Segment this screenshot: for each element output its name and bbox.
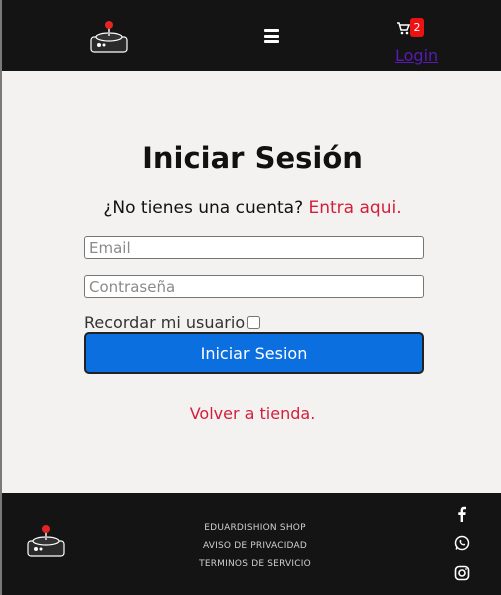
shopping-cart-icon [397, 22, 410, 35]
signup-prompt: ¿No tienes una cuenta? Entra aqui. [2, 198, 501, 218]
joystick-logo-icon[interactable] [27, 524, 65, 558]
hamburger-bar [264, 40, 279, 43]
remember-me-checkbox[interactable] [247, 316, 261, 329]
signup-link[interactable]: Entra aqui. [309, 198, 402, 218]
instagram-icon[interactable] [454, 565, 470, 581]
site-footer: EDUARDISHION SHOP AVISO DE PRIVACIDAD TE… [2, 493, 501, 595]
footer-link-privacy[interactable]: AVISO DE PRIVACIDAD [203, 537, 307, 555]
footer-links: EDUARDISHION SHOP AVISO DE PRIVACIDAD TE… [168, 519, 342, 573]
cart-count-badge: 2 [410, 18, 424, 37]
hamburger-menu-icon[interactable] [264, 29, 279, 43]
remember-me[interactable]: Recordar mi usuario [84, 313, 261, 332]
password-field[interactable] [84, 275, 424, 298]
remember-me-label: Recordar mi usuario [84, 313, 246, 332]
joystick-logo-icon[interactable] [90, 20, 128, 54]
email-field[interactable] [84, 236, 424, 259]
footer-link-terms[interactable]: TERMINOS DE SERVICIO [199, 555, 311, 573]
whatsapp-icon[interactable] [454, 535, 470, 551]
back-to-store-link[interactable]: Volver a tienda. [2, 404, 501, 423]
login-section: Iniciar Sesión ¿No tienes una cuenta? En… [2, 71, 501, 493]
hamburger-bar [264, 34, 279, 38]
footer-link-shop[interactable]: EDUARDISHION SHOP [204, 519, 305, 537]
cart-button[interactable]: 2 [396, 18, 428, 39]
login-submit-button[interactable]: Iniciar Sesion [84, 332, 424, 374]
hamburger-bar [264, 29, 279, 32]
site-header: 2 Login [2, 0, 501, 71]
page-title: Iniciar Sesión [142, 141, 363, 175]
signup-prompt-text: ¿No tienes una cuenta? [103, 198, 304, 218]
login-link[interactable]: Login [395, 46, 438, 65]
facebook-icon[interactable] [454, 506, 470, 522]
